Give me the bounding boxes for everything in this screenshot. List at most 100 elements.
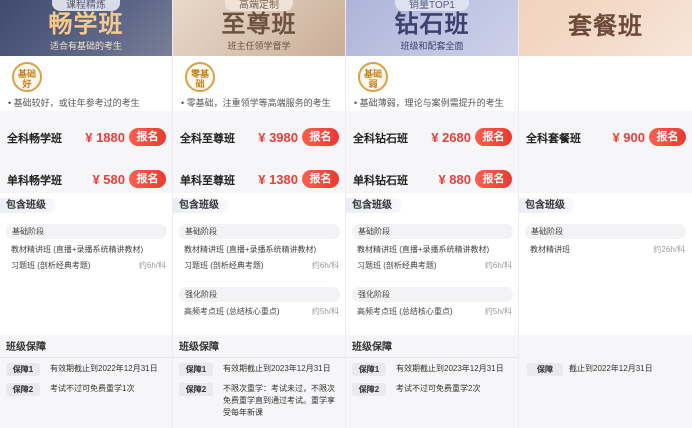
guarantee-text: 有效期截止到2022年12月31日 bbox=[50, 364, 158, 373]
guarantee-area: 班级保障 保障1 有效期截止到2023年12月31日 保障2 考试不过可免费重学… bbox=[346, 335, 518, 428]
price-area: 全科钻石班 ¥ 2680 报名 单科钻石班 ¥ 880 报名 bbox=[346, 111, 518, 193]
price-area: 全科至尊班 ¥ 3980 报名 单科至尊班 ¥ 1380 报名 bbox=[173, 111, 345, 193]
level-area: 基础弱 • 基础薄弱，理论与案例需提升的考生 bbox=[346, 56, 518, 111]
price-name: 单科钻石班 bbox=[353, 175, 408, 187]
classes-section-title: 包含班级 bbox=[173, 198, 229, 213]
class-item-name: 习题班 (剖析经典考题) bbox=[357, 261, 437, 270]
guarantee-label: 保障 bbox=[527, 363, 563, 376]
guarantee-text: 考试不过可免费重学2次 bbox=[396, 384, 481, 393]
price-area: 全科套餐班 ¥ 900 报名 bbox=[519, 111, 692, 193]
price-value: ¥ 3980 bbox=[258, 130, 298, 145]
guarantee-text: 有效期截止到2023年12月31日 bbox=[396, 364, 504, 373]
price-value: ¥ 1880 bbox=[85, 130, 125, 145]
price-value: ¥ 580 bbox=[92, 172, 125, 187]
price-row: 全科钻石班 ¥ 2680 报名 bbox=[346, 126, 518, 148]
plan-header: 课程精炼 畅学班 适合有基础的考生 bbox=[0, 0, 172, 56]
level-description: • 零基础，注重领学等高端服务的考生 bbox=[181, 98, 331, 108]
price-row: 全科套餐班 ¥ 900 报名 bbox=[519, 126, 692, 148]
class-item-name: 高频考点班 (总结核心重点) bbox=[357, 307, 453, 316]
class-item-name: 教材精讲班 (直播+录播系统精讲教材) bbox=[184, 245, 317, 254]
level-area: 零基础 • 零基础，注重领学等高端服务的考生 bbox=[173, 56, 345, 111]
divider bbox=[173, 357, 345, 358]
level-badge-icon: 零基础 bbox=[185, 62, 215, 92]
guarantee-label: 保障1 bbox=[6, 363, 40, 376]
class-item: 教材精讲班 (直播+录播系统精讲教材) bbox=[11, 244, 166, 256]
plan-header: 销量TOP1 钻石班 班级和配套全面 bbox=[346, 0, 518, 56]
price-name: 全科钻石班 bbox=[353, 133, 408, 145]
plan-card-taocan: 套餐班 全科套餐班 ¥ 900 报名 包含班级 基础阶段 教材精讲班 约26h/… bbox=[519, 0, 692, 428]
guarantee-text: 考试不过可免费重学1次 bbox=[50, 384, 135, 393]
plan-title: 至尊班 bbox=[221, 11, 297, 38]
guarantee-title: 班级保障 bbox=[352, 342, 392, 353]
class-item-hours: 约5h/科 bbox=[311, 307, 339, 316]
price-name: 全科畅学班 bbox=[7, 133, 62, 145]
class-item-hours: 约6h/科 bbox=[311, 261, 339, 270]
divider bbox=[346, 357, 518, 358]
guarantee-text: 截止到2022年12月31日 bbox=[569, 364, 653, 373]
guarantee-title: 班级保障 bbox=[6, 342, 46, 353]
class-item-hours: 约5h/科 bbox=[484, 307, 512, 316]
class-item-name: 习题班 (剖析经典考题) bbox=[11, 261, 91, 270]
price-value: ¥ 1380 bbox=[258, 172, 298, 187]
class-item-name: 高频考点班 (总结核心重点) bbox=[184, 307, 280, 316]
stage-label: 基础阶段 bbox=[352, 224, 513, 239]
plan-subtitle: 适合有基础的考生 bbox=[49, 41, 122, 51]
price-row: 单科钻石班 ¥ 880 报名 bbox=[346, 168, 518, 190]
price-row: 全科至尊班 ¥ 3980 报名 bbox=[173, 126, 345, 148]
price-name: 单科至尊班 bbox=[180, 175, 235, 187]
classes-section-title: 包含班级 bbox=[519, 198, 575, 213]
class-item: 习题班 (剖析经典考题) 约6h/科 bbox=[357, 260, 512, 272]
enroll-button[interactable]: 报名 bbox=[129, 170, 166, 188]
guarantee-area: 保障 截止到2022年12月31日 bbox=[519, 335, 692, 428]
enroll-button[interactable]: 报名 bbox=[649, 128, 686, 146]
class-item-hours: 约6h/科 bbox=[138, 261, 166, 270]
class-item-hours: 约6h/科 bbox=[484, 261, 512, 270]
price-value: ¥ 900 bbox=[612, 130, 645, 145]
price-row: 单科至尊班 ¥ 1380 报名 bbox=[173, 168, 345, 190]
plan-comparison: 课程精炼 畅学班 适合有基础的考生 基础好 • 基础较好，或往年参考过的考生 全… bbox=[0, 0, 692, 428]
enroll-button[interactable]: 报名 bbox=[475, 170, 512, 188]
class-item: 习题班 (剖析经典考题) 约6h/科 bbox=[184, 260, 339, 272]
stage-label: 强化阶段 bbox=[179, 287, 340, 302]
price-row: 单科畅学班 ¥ 580 报名 bbox=[0, 168, 172, 190]
guarantee-area: 班级保障 保障1 有效期截止到2022年12月31日 保障2 考试不过可免费重学… bbox=[0, 335, 172, 428]
classes-section-title: 包含班级 bbox=[0, 198, 56, 213]
guarantee-title: 班级保障 bbox=[179, 342, 219, 353]
plan-subtitle: 班主任领学督学 bbox=[227, 41, 291, 51]
price-area: 全科畅学班 ¥ 1880 报名 单科畅学班 ¥ 580 报名 bbox=[0, 111, 172, 193]
plan-card-zuanshi: 销量TOP1 钻石班 班级和配套全面 基础弱 • 基础薄弱，理论与案例需提升的考… bbox=[346, 0, 519, 428]
classes-section-title: 包含班级 bbox=[346, 198, 402, 213]
guarantee-label: 保障2 bbox=[352, 383, 386, 396]
price-value: ¥ 2680 bbox=[431, 130, 471, 145]
plan-title: 套餐班 bbox=[568, 13, 643, 40]
class-item-name: 教材精讲班 bbox=[530, 245, 570, 254]
class-item: 习题班 (剖析经典考题) 约6h/科 bbox=[11, 260, 166, 272]
enroll-button[interactable]: 报名 bbox=[129, 128, 166, 146]
stage-label: 基础阶段 bbox=[179, 224, 340, 239]
plan-tag: 课程精炼 bbox=[52, 0, 120, 11]
level-area bbox=[519, 56, 692, 111]
enroll-button[interactable]: 报名 bbox=[475, 128, 512, 146]
plan-card-changxue: 课程精炼 畅学班 适合有基础的考生 基础好 • 基础较好，或往年参考过的考生 全… bbox=[0, 0, 173, 428]
level-description: • 基础较好，或往年参考过的考生 bbox=[8, 98, 140, 108]
class-item: 教材精讲班 (直播+录播系统精讲教材) bbox=[357, 244, 512, 256]
class-item-name: 教材精讲班 (直播+录播系统精讲教材) bbox=[357, 245, 490, 254]
price-row: 全科畅学班 ¥ 1880 报名 bbox=[0, 126, 172, 148]
enroll-button[interactable]: 报名 bbox=[302, 170, 339, 188]
enroll-button[interactable]: 报名 bbox=[302, 128, 339, 146]
class-item: 高频考点班 (总结核心重点) 约5h/科 bbox=[184, 306, 339, 318]
guarantee-label: 保障2 bbox=[6, 383, 40, 396]
plan-header: 高端定制 至尊班 班主任领学督学 bbox=[173, 0, 345, 56]
guarantee-label: 保障2 bbox=[179, 383, 213, 396]
level-badge-icon: 基础好 bbox=[12, 62, 42, 92]
guarantee-label: 保障1 bbox=[352, 363, 386, 376]
divider bbox=[0, 357, 172, 358]
guarantee-label: 保障1 bbox=[179, 363, 213, 376]
level-area: 基础好 • 基础较好，或往年参考过的考生 bbox=[0, 56, 172, 111]
stage-label: 基础阶段 bbox=[6, 224, 167, 239]
guarantee-text: 有效期截止到2023年12月31日 bbox=[223, 364, 331, 373]
class-item-hours: 约26h/科 bbox=[653, 245, 685, 254]
price-value: ¥ 880 bbox=[438, 172, 471, 187]
price-name: 全科套餐班 bbox=[526, 133, 581, 145]
class-item: 教材精讲班 (直播+录播系统精讲教材) bbox=[184, 244, 339, 256]
